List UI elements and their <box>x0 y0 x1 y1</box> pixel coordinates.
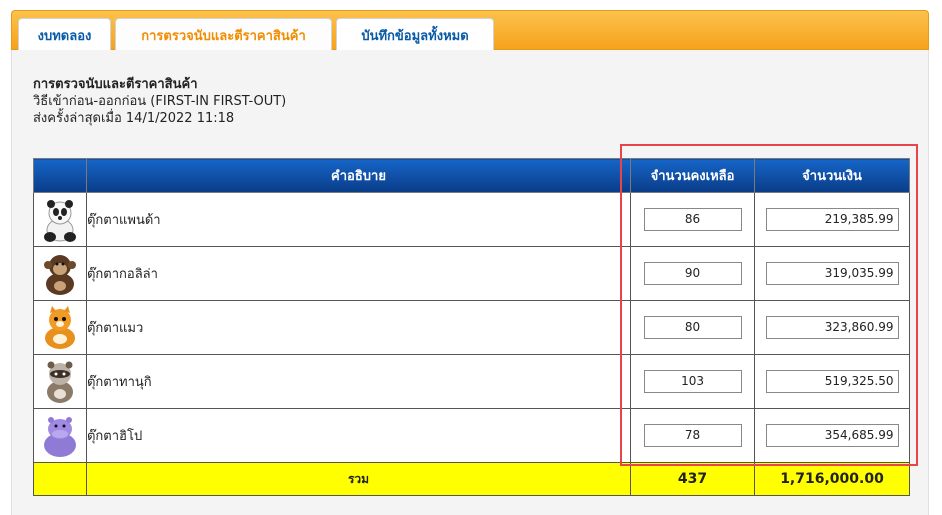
row-image <box>33 246 87 301</box>
cat-toy-icon <box>44 305 75 349</box>
amount-field[interactable]: 519,325.50 <box>765 370 899 393</box>
amount-field[interactable]: 323,860.99 <box>765 316 899 339</box>
row-image <box>33 300 87 355</box>
last-sent-timestamp: ส่งครั้งล่าสุดเมื่อ 14/1/2022 11:18 <box>33 111 235 126</box>
tab-trial-balance[interactable]: งบทดลอง <box>18 18 111 51</box>
row-quantity-cell: 90 <box>630 246 756 301</box>
total-image-cell <box>33 462 87 496</box>
row-amount-cell: 323,860.99 <box>754 300 910 355</box>
info-block: การตรวจนับและตีราคาสินค้า วิธีเข้าก่อน-อ… <box>33 76 286 127</box>
gorilla-toy-icon <box>43 254 76 295</box>
row-description: ตุ๊กตาแมว <box>85 300 632 355</box>
row-description: ตุ๊กตาทานุกิ <box>85 354 632 409</box>
table-header-row: คำอธิบาย จำนวนคงเหลือ จำนวนเงิน <box>33 158 910 193</box>
section-title: การตรวจนับและตีราคาสินค้า <box>33 77 198 92</box>
table-row: ตุ๊กตาแพนด้า 86 219,385.99 <box>33 192 910 247</box>
row-description: ตุ๊กตาแพนด้า <box>85 192 632 247</box>
inventory-table: คำอธิบาย จำนวนคงเหลือ จำนวนเงิน ตุ๊กตาแพ… <box>33 158 910 496</box>
tab-save-all[interactable]: บันทึกข้อมูลทั้งหมด <box>336 18 494 51</box>
row-amount-cell: 219,385.99 <box>754 192 910 247</box>
tab-bar: งบทดลอง การตรวจนับและตีราคาสินค้า บันทึก… <box>11 10 929 51</box>
amount-field[interactable]: 354,685.99 <box>765 424 899 447</box>
total-row: รวม 437 1,716,000.00 <box>33 462 910 496</box>
header-quantity: จำนวนคงเหลือ <box>630 158 756 193</box>
row-quantity-cell: 103 <box>630 354 756 409</box>
quantity-field[interactable]: 86 <box>643 208 742 231</box>
row-quantity-cell: 86 <box>630 192 756 247</box>
row-amount-cell: 319,035.99 <box>754 246 910 301</box>
row-quantity-cell: 80 <box>630 300 756 355</box>
table-row: ตุ๊กตาทานุกิ 103 519,325.50 <box>33 354 910 409</box>
amount-field[interactable]: 219,385.99 <box>765 208 899 231</box>
quantity-field[interactable]: 103 <box>643 370 742 393</box>
row-quantity-cell: 78 <box>630 408 756 463</box>
amount-field[interactable]: 319,035.99 <box>765 262 899 285</box>
total-amount: 1,716,000.00 <box>754 462 910 496</box>
row-image <box>33 354 87 409</box>
header-amount: จำนวนเงิน <box>754 158 910 193</box>
row-image <box>33 192 87 247</box>
table-row: ตุ๊กตาฮิโป 78 354,685.99 <box>33 408 910 463</box>
table-row: ตุ๊กตาแมว 80 323,860.99 <box>33 300 910 355</box>
header-description: คำอธิบาย <box>85 158 632 193</box>
tanuki-toy-icon <box>46 361 73 403</box>
total-quantity: 437 <box>630 462 756 496</box>
table-row: ตุ๊กตากอลิล่า 90 319,035.99 <box>33 246 910 301</box>
total-label: รวม <box>85 462 632 496</box>
valuation-method: วิธีเข้าก่อน-ออกก่อน (FIRST-IN FIRST-OUT… <box>33 94 287 109</box>
quantity-field[interactable]: 80 <box>643 316 742 339</box>
quantity-field[interactable]: 90 <box>643 262 742 285</box>
tab-inventory-count[interactable]: การตรวจนับและตีราคาสินค้า <box>115 18 332 51</box>
hippo-toy-icon <box>43 416 76 457</box>
header-image <box>33 158 87 193</box>
row-amount-cell: 354,685.99 <box>754 408 910 463</box>
quantity-field[interactable]: 78 <box>643 424 742 447</box>
row-amount-cell: 519,325.50 <box>754 354 910 409</box>
row-image <box>33 408 87 463</box>
row-description: ตุ๊กตาฮิโป <box>85 408 632 463</box>
panda-toy-icon <box>43 199 76 242</box>
row-description: ตุ๊กตากอลิล่า <box>85 246 632 301</box>
